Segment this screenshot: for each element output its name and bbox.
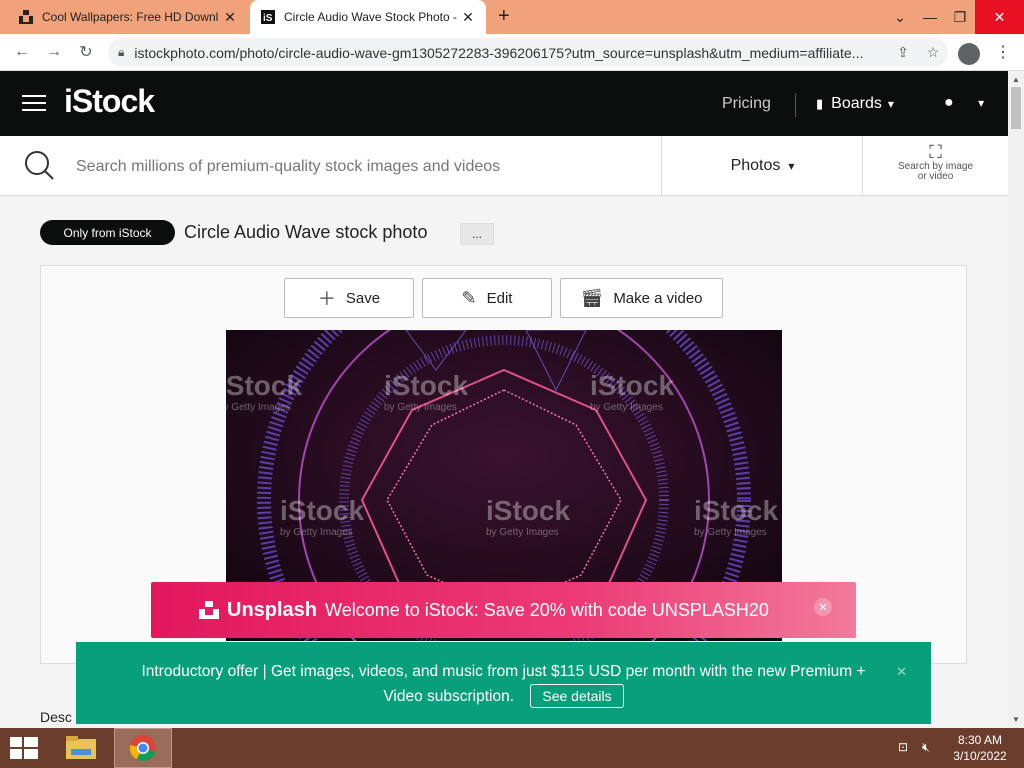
offer-text-line2: Video subscription. [383,688,515,705]
save-label: Save [345,289,381,307]
see-details-button[interactable]: See details [530,684,624,708]
url-text[interactable]: istockphoto.com/photo/circle-audio-wave-… [134,45,888,61]
scroll-down-arrow-icon[interactable]: ▼ [1012,715,1020,724]
tab-title: Circle Audio Wave Stock Photo - [284,10,457,24]
tab-istock[interactable]: iS Circle Audio Wave Stock Photo - ✕ [250,0,486,34]
search-input[interactable] [76,156,636,178]
new-tab-button[interactable]: + [498,5,510,28]
close-window-button[interactable]: ✕ [975,0,1024,34]
more-options-button[interactable]: ... [460,223,494,245]
image-upload-icon: ⛶ [929,142,942,162]
hamburger-menu-icon[interactable] [22,95,46,111]
offer-text-line1: Introductory offer | Get images, videos,… [141,663,866,680]
share-icon[interactable]: ⇪ [888,44,918,61]
reload-icon[interactable]: ↻ [74,40,98,64]
unsplash-brand-label: Unsplash [227,598,318,621]
search-by-image-label-2: or video [917,171,954,182]
system-clock[interactable]: 8:30 AM 3/10/2022 [944,732,1016,764]
minimize-button[interactable]: — [915,0,945,34]
watermark: iStockby Getty Images [280,495,365,538]
make-video-label: Make a video [613,289,703,307]
unsplash-brand: Unsplash [199,599,317,622]
description-heading: Desc [40,709,72,725]
make-video-button[interactable]: 🎬︎ Make a video [560,278,723,318]
offer-close-icon[interactable]: ✕ [896,660,907,684]
clock-date: 3/10/2022 [953,749,1007,763]
browser-toolbar: ← → ↻ 🔒︎ istockphoto.com/photo/circle-au… [0,34,1024,71]
tab-cool-wallpapers[interactable]: Cool Wallpapers: Free HD Downl ✕ [8,0,248,34]
browser-tab-strip: Cool Wallpapers: Free HD Downl ✕ iS Circ… [0,0,1024,34]
istock-navbar: iStock Pricing ▮ Boards ▾ ● ▾ [0,71,1008,136]
address-bar[interactable]: 🔒︎ istockphoto.com/photo/circle-audio-wa… [108,38,948,67]
volume-muted-icon[interactable]: 🔇︎ [922,740,930,755]
page-content: iStock Pricing ▮ Boards ▾ ● ▾ Photos ▾ ⛶… [0,71,1008,728]
watermark: iStockby Getty Images [384,370,469,413]
search-bar: Photos ▾ ⛶ Search by image or video [0,136,1008,196]
plus-icon: ＋ [317,289,336,309]
edit-pencil-icon: ✎ [461,287,477,308]
exclusive-badge: Only from iStock [40,220,175,245]
boards-icon: ▮ [816,96,824,111]
istock-logo[interactable]: iStock [64,83,155,120]
watermark: iStockby Getty Images [226,370,303,413]
tab-close-icon[interactable]: ✕ [222,9,238,26]
network-icon[interactable]: ⊡ [898,740,908,754]
tab-close-icon[interactable]: ✕ [460,9,476,26]
chevron-down-icon: ▾ [887,97,894,111]
boards-menu[interactable]: ▮ Boards ▾ [816,95,894,113]
user-icon: ● [944,94,954,111]
media-type-label: Photos [730,156,781,174]
tab-search-chevron-icon[interactable]: ⌄ [885,0,915,34]
chevron-down-icon: ▾ [788,158,795,173]
back-arrow-icon[interactable]: ← [10,40,34,64]
offer-text-line2-row: Video subscription. See details [76,684,931,709]
windows-taskbar: ⊡ 🔇︎ 8:30 AM 3/10/2022 [0,728,1024,768]
tab-title: Cool Wallpapers: Free HD Downl [42,10,219,24]
restore-button[interactable]: ❐ [945,0,975,34]
scroll-up-arrow-icon[interactable]: ▲ [1012,75,1020,84]
unsplash-favicon-icon [18,9,34,25]
chevron-down-icon: ▾ [978,96,985,110]
search-by-image-button[interactable]: ⛶ Search by image or video [862,136,1008,195]
edit-button[interactable]: ✎ Edit [422,278,552,318]
boards-label: Boards [831,95,882,112]
unsplash-promo-banner: Unsplash Welcome to iStock: Save 20% wit… [151,582,856,638]
save-button[interactable]: ＋ Save [284,278,414,318]
bookmark-star-icon[interactable]: ☆ [918,44,948,61]
forward-arrow-icon[interactable]: → [42,40,66,64]
media-type-dropdown[interactable]: Photos ▾ [661,136,863,195]
nav-divider [795,93,796,117]
video-clapper-icon: 🎬︎ [580,287,604,308]
browser-menu-icon[interactable]: ⋮ [995,42,1011,62]
scrollbar-thumb[interactable] [1011,87,1021,129]
unsplash-logo-icon [199,601,219,619]
account-menu[interactable]: ● ▾ [944,94,984,112]
promo-text: Welcome to iStock: Save 20% with code UN… [325,599,769,620]
file-explorer-icon[interactable] [60,728,102,768]
watermark: iStockby Getty Images [486,495,571,538]
windows-start-icon[interactable] [8,736,40,760]
lock-icon[interactable]: 🔒︎ [118,45,124,60]
chrome-taskbar-icon[interactable] [114,728,172,768]
search-icon[interactable] [22,148,56,182]
istock-favicon-icon: iS [260,9,276,25]
page-title: Circle Audio Wave stock photo [184,222,428,242]
svg-text:iS: iS [263,13,273,24]
watermark: iStockby Getty Images [694,495,779,538]
clock-time: 8:30 AM [957,733,1003,747]
watermark: iStockby Getty Images [590,370,675,413]
edit-label: Edit [486,289,513,307]
promo-close-icon[interactable]: ✕ [814,598,832,616]
pricing-link[interactable]: Pricing [722,95,771,113]
introductory-offer-banner: Introductory offer | Get images, videos,… [76,642,931,724]
profile-avatar-icon[interactable] [958,43,980,65]
page-scrollbar[interactable]: ▲ ▼ [1008,71,1024,728]
